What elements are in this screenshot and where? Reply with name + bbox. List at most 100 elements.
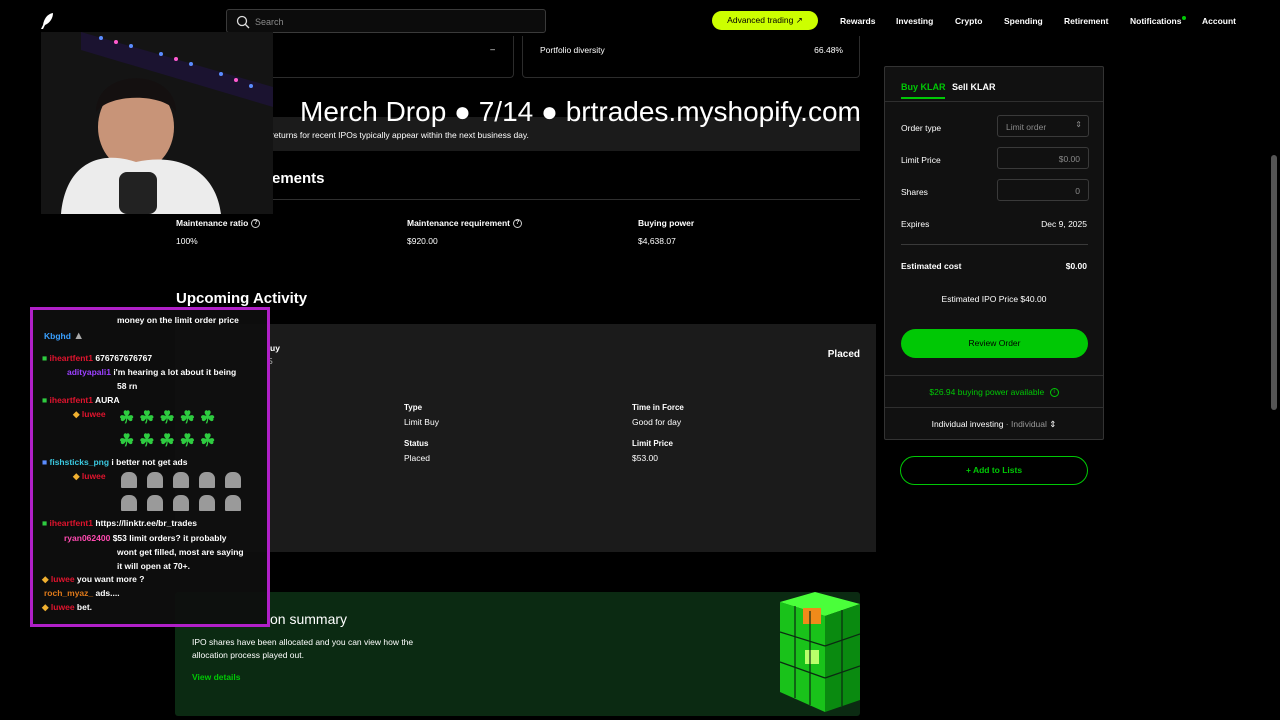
shares-input[interactable]: 0 [997, 179, 1089, 201]
type-label: Type [404, 403, 423, 412]
search-input[interactable]: Search [226, 9, 546, 33]
search-placeholder: Search [255, 17, 284, 27]
chat-text: ads.... [95, 588, 120, 598]
chat-text: money on the limit order price [117, 315, 239, 325]
chat-message: ■ iheartfent1 https://linktr.ee/br_trade… [42, 518, 197, 528]
chat-user: adityapali1 [67, 367, 111, 377]
chat-message: ■ fishsticks_png i better not get ads [42, 457, 187, 467]
chat-user: iheartfent1 [49, 395, 93, 405]
divider [901, 244, 1088, 245]
chat-message: ◆ luwee [73, 471, 106, 482]
notification-dot [1182, 16, 1186, 20]
chat-text: AURA [95, 395, 120, 405]
chat-text: it will open at 70+. [117, 561, 190, 571]
buying-power-label: Buying power [638, 218, 695, 228]
chat-user: luwee [50, 602, 75, 612]
chat-message: ■ iheartfent1 676767676767 [42, 353, 152, 363]
shamrock-emotes: ☘ ☘ ☘ ☘ ☘ [119, 431, 216, 450]
stream-title-overlay: Merch Drop ● 7/14 ● brtrades.myshopify.c… [300, 96, 861, 127]
chat-text: 58 rn [117, 381, 138, 391]
tab-sell[interactable]: Sell KLAR [952, 82, 996, 92]
expires-value: Dec 9, 2025 [1041, 219, 1087, 229]
tombstone-emotes [121, 495, 251, 513]
chat-user: iheartfent1 [49, 518, 93, 528]
maintenance-ratio-value: 100% [176, 236, 198, 246]
chat-message: ■ iheartfent1 AURA [42, 395, 120, 405]
chat-text: $53 limit orders? it probably [112, 533, 227, 543]
active-tab-underline [901, 97, 945, 99]
shamrock-emotes: ☘ ☘ ☘ ☘ ☘ [119, 408, 216, 427]
panel-divider [885, 375, 1103, 376]
drop-badge-icon: ◆ [42, 602, 49, 612]
help-icon[interactable]: ? [251, 219, 261, 229]
cube-illustration [779, 592, 860, 712]
plus-icon: + [965, 465, 973, 475]
est-cost-label: Estimated cost [901, 261, 962, 271]
diversity-value: 66.48% [814, 45, 843, 55]
chat-text: i better not get ads [111, 457, 188, 467]
limit-price-input-value: $0.00 [1058, 154, 1080, 164]
order-type-label: Order type [901, 123, 942, 133]
status-label: Status [404, 439, 429, 448]
chat-text: 676767676767 [95, 353, 153, 363]
review-order-button[interactable]: Review Order [901, 329, 1088, 358]
status-value: Placed [404, 453, 430, 463]
order-type-select[interactable]: Limit order ⇕ [997, 115, 1089, 137]
buying-power-value: $4,638.07 [638, 236, 676, 246]
chat-user: luwee [81, 471, 106, 481]
chat-text: you want more ? [76, 574, 145, 584]
panel-divider [885, 101, 1103, 102]
chat-user: roch_myaz_ [44, 588, 94, 598]
nav-account[interactable]: Account [1202, 16, 1236, 26]
chevron-updown-icon: ⇕ [1049, 419, 1057, 429]
page-scrollbar[interactable] [1271, 155, 1277, 410]
nav-retirement[interactable]: Retirement [1064, 16, 1108, 26]
nav-notifications[interactable]: Notifications [1130, 16, 1181, 26]
time-in-force-value: Good for day [632, 417, 682, 427]
robinhood-feather-logo[interactable] [38, 11, 58, 31]
divider [175, 199, 860, 200]
limit-price-label: Limit Price [632, 439, 673, 448]
allocation-body-2: allocation process played out. [192, 650, 304, 660]
est-ipo-price: Estimated IPO Price $40.00 [941, 294, 1047, 304]
order-type-value: Limit order [1006, 122, 1047, 132]
type-value: Limit Buy [404, 417, 439, 427]
chat-user: luwee [81, 409, 106, 419]
order-title: uy [270, 343, 280, 353]
chat-user: luwee [50, 574, 75, 584]
chat-message: ◆ luwee bet. [42, 602, 92, 613]
est-cost-value: $0.00 [1065, 261, 1087, 271]
limit-price-input[interactable]: $0.00 [997, 147, 1089, 169]
account-sub: · Individual [1005, 419, 1047, 429]
nav-investing[interactable]: Investing [896, 16, 933, 26]
streamer-webcam-image [41, 32, 273, 214]
allocation-body-1: IPO shares have been allocated and you c… [192, 637, 414, 647]
chevron-updown-icon: ⇕ [1075, 120, 1082, 129]
badge-icon: ■ [42, 518, 48, 528]
drop-badge-icon: ◆ [42, 574, 49, 584]
tab-buy[interactable]: Buy KLAR [901, 82, 946, 92]
buying-power-text: $26.94 buying power available [929, 387, 1045, 397]
advanced-trading-button[interactable]: Advanced trading ↗ [712, 11, 818, 30]
triangle-emote-icon: ▲ [73, 330, 85, 342]
allocation-heading: on summary [270, 611, 348, 627]
maintenance-requirement-label: Maintenance requirement [407, 218, 510, 228]
chat-text: https://linktr.ee/br_trades [95, 518, 197, 528]
view-details-link[interactable]: View details [192, 672, 241, 682]
chat-message: ryan062400 $53 limit orders? it probably [64, 533, 227, 543]
nav-crypto[interactable]: Crypto [955, 16, 982, 26]
help-icon[interactable]: ? [512, 219, 522, 229]
diversity-label: Portfolio diversity [540, 45, 605, 55]
add-to-lists-button[interactable]: + Add to Lists [900, 456, 1088, 485]
chat-message: adityapali1 i'm hearing a lot about it b… [67, 367, 236, 377]
chat-text: i'm hearing a lot about it being [113, 367, 237, 377]
nav-spending[interactable]: Spending [1004, 16, 1043, 26]
buying-power-available[interactable]: $26.94 buying power available i [885, 387, 1103, 398]
chat-text: wont get filled, most are saying [117, 547, 244, 557]
shares-input-value: 0 [1075, 186, 1080, 196]
stat-value: – [490, 44, 495, 54]
status-badge: Placed [827, 349, 860, 360]
upcoming-order-card[interactable]: uy 5 Placed Type Limit Buy Time in Force… [175, 324, 876, 552]
account-selector[interactable]: Individual investing · Individual ⇕ [885, 419, 1103, 430]
nav-rewards[interactable]: Rewards [840, 16, 875, 26]
